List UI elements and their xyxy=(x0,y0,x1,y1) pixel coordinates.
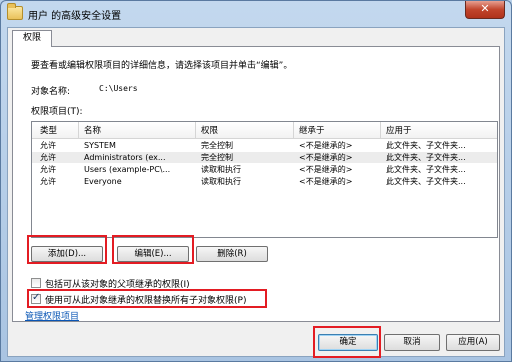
folder-icon xyxy=(7,3,23,20)
cell-inherited-from: <不是继承的> xyxy=(299,165,353,174)
remove-button[interactable]: 删除(R) xyxy=(196,246,268,262)
table-row[interactable]: 允许 Users (example-PC\... 读取和执行 <不是继承的> 此… xyxy=(32,164,497,175)
highlight-box-replace-child xyxy=(27,289,267,308)
table-row[interactable]: 允许 Everyone 读取和执行 <不是继承的> 此文件夹、子文件夹... xyxy=(32,176,497,187)
column-header-permission[interactable]: 权限 xyxy=(201,124,218,136)
cell-name: SYSTEM xyxy=(84,141,116,150)
cell-permission: 读取和执行 xyxy=(201,177,241,186)
include-inheritable-checkbox[interactable] xyxy=(31,278,41,288)
close-button[interactable]: ✕ xyxy=(465,1,505,19)
cell-inherited-from: <不是继承的> xyxy=(299,141,353,150)
column-divider[interactable] xyxy=(195,122,196,139)
column-header-name[interactable]: 名称 xyxy=(84,124,101,136)
column-header-inherited-from[interactable]: 继承于 xyxy=(299,124,325,136)
apply-button[interactable]: 应用(A) xyxy=(446,334,500,351)
table-row[interactable]: 允许 SYSTEM 完全控制 <不是继承的> 此文件夹、子文件夹... xyxy=(32,140,497,151)
window-title: 用户 的高级安全设置 xyxy=(28,11,122,22)
column-header-type[interactable]: 类型 xyxy=(40,124,57,136)
cell-type: 允许 xyxy=(40,153,56,162)
cell-applies-to: 此文件夹、子文件夹... xyxy=(386,153,466,162)
cell-type: 允许 xyxy=(40,177,56,186)
cell-applies-to: 此文件夹、子文件夹... xyxy=(386,165,466,174)
column-divider[interactable] xyxy=(380,122,381,139)
intro-text: 要查看或编辑权限项目的详细信息，请选择该项目并单击“编辑”。 xyxy=(31,61,293,71)
permission-entries-table[interactable]: 类型 名称 权限 继承于 应用于 允许 SYSTEM 完全控制 <不是继承的> … xyxy=(31,121,498,238)
cell-name: Administrators (ex... xyxy=(84,153,166,162)
manage-permissions-link[interactable]: 管理权限项目 xyxy=(25,309,79,322)
highlight-box-ok xyxy=(313,326,381,358)
cell-applies-to: 此文件夹、子文件夹... xyxy=(386,177,466,186)
entries-label: 权限项目(T): xyxy=(31,107,83,117)
object-name-label: 对象名称: xyxy=(31,87,71,97)
security-settings-window: 用户 的高级安全设置 ✕ 权限 要查看或编辑权限项目的详细信息，请选择该项目并单… xyxy=(0,0,512,362)
object-name-value: C:\Users xyxy=(99,84,138,93)
permissions-tab-page: 要查看或编辑权限项目的详细信息，请选择该项目并单击“编辑”。 对象名称: C:\… xyxy=(12,46,500,322)
title-bar[interactable]: 用户 的高级安全设置 ✕ xyxy=(1,1,511,27)
cell-name: Users (example-PC\... xyxy=(84,165,171,174)
cell-applies-to: 此文件夹、子文件夹... xyxy=(386,141,466,150)
column-divider[interactable] xyxy=(293,122,294,139)
highlight-box-add xyxy=(27,235,107,264)
column-divider[interactable] xyxy=(78,122,79,139)
cell-name: Everyone xyxy=(84,177,122,186)
dialog-body: 权限 要查看或编辑权限项目的详细信息，请选择该项目并单击“编辑”。 对象名称: … xyxy=(7,27,505,358)
tab-permissions[interactable]: 权限 xyxy=(12,30,52,47)
cell-permission: 完全控制 xyxy=(201,141,233,150)
cell-type: 允许 xyxy=(40,165,56,174)
cell-inherited-from: <不是继承的> xyxy=(299,153,353,162)
cell-permission: 完全控制 xyxy=(201,153,233,162)
table-row[interactable]: 允许 Administrators (ex... 完全控制 <不是继承的> 此文… xyxy=(32,152,497,163)
cell-inherited-from: <不是继承的> xyxy=(299,177,353,186)
column-header-applies-to[interactable]: 应用于 xyxy=(386,124,412,136)
cell-type: 允许 xyxy=(40,141,56,150)
highlight-box-edit xyxy=(112,235,194,264)
cell-permission: 读取和执行 xyxy=(201,165,241,174)
table-header: 类型 名称 权限 继承于 应用于 xyxy=(32,122,497,139)
cancel-button[interactable]: 取消 xyxy=(384,334,440,351)
